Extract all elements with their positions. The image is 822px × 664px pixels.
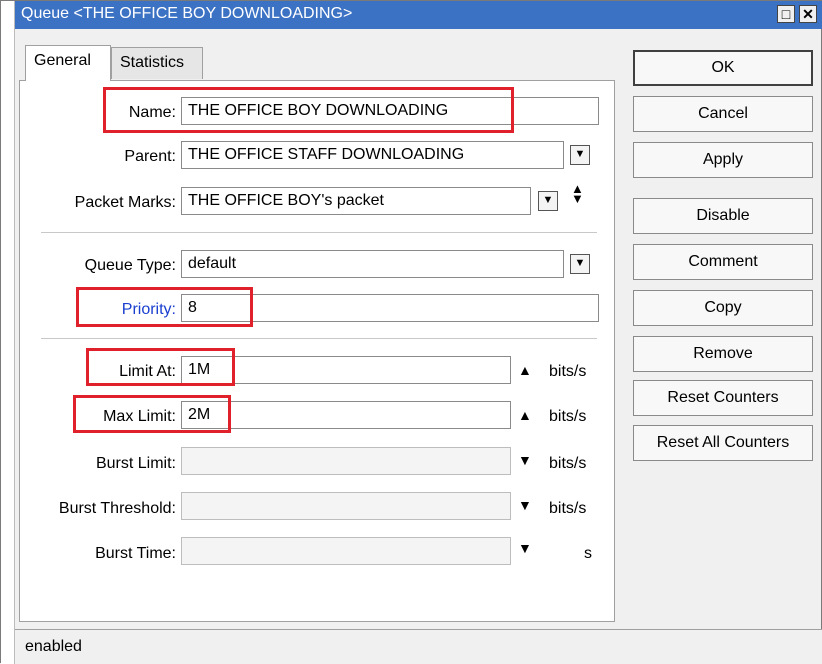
packet-marks-label: Packet Marks: [74, 194, 176, 211]
limit-at-up-icon[interactable]: ▲ [518, 362, 532, 378]
burst-threshold-unit: bits/s [549, 500, 587, 517]
burst-time-down-icon[interactable]: ▼ [518, 540, 532, 556]
packet-marks-dropdown-icon[interactable]: ▼ [538, 191, 558, 211]
burst-limit-down-icon[interactable]: ▼ [518, 452, 532, 468]
separator-1 [41, 232, 597, 233]
max-limit-highlight [73, 395, 231, 433]
burst-limit-unit: bits/s [549, 455, 587, 472]
burst-threshold-input[interactable] [181, 492, 511, 520]
separator-2 [41, 338, 597, 339]
burst-limit-input[interactable] [181, 447, 511, 475]
tab-statistics[interactable]: Statistics [111, 47, 203, 79]
minimize-button[interactable]: □ [777, 5, 795, 23]
burst-time-label: Burst Time: [95, 545, 176, 562]
window-title: Queue <THE OFFICE BOY DOWNLOADING> [21, 5, 353, 22]
reset-counters-button[interactable]: Reset Counters [633, 380, 813, 416]
burst-time-unit: s [584, 545, 592, 562]
parent-select[interactable]: THE OFFICE STAFF DOWNLOADING [181, 141, 564, 169]
title-bar[interactable]: Queue <THE OFFICE BOY DOWNLOADING> □ ✕ [15, 1, 822, 29]
burst-limit-label: Burst Limit: [95, 455, 176, 472]
remove-button[interactable]: Remove [633, 336, 813, 372]
apply-button[interactable]: Apply [633, 142, 813, 178]
parent-label: Parent: [124, 148, 176, 165]
name-highlight [103, 87, 514, 133]
status-bar: enabled [15, 629, 822, 664]
close-button[interactable]: ✕ [799, 5, 817, 23]
queue-type-dropdown-icon[interactable]: ▼ [570, 254, 590, 274]
burst-threshold-label: Burst Threshold: [58, 500, 176, 517]
packet-marks-updown-icon[interactable]: ▲ ▼ [571, 182, 584, 205]
queue-type-select[interactable]: default [181, 250, 564, 278]
burst-threshold-down-icon[interactable]: ▼ [518, 497, 532, 513]
left-strip [1, 1, 15, 664]
max-limit-up-icon[interactable]: ▲ [518, 407, 532, 423]
copy-button[interactable]: Copy [633, 290, 813, 326]
packet-marks-select[interactable]: THE OFFICE BOY's packet [181, 187, 531, 215]
cancel-button[interactable]: Cancel [633, 96, 813, 132]
tab-general[interactable]: General [25, 45, 111, 81]
limit-at-highlight [86, 348, 235, 386]
ok-button[interactable]: OK [633, 50, 813, 86]
disable-button[interactable]: Disable [633, 198, 813, 234]
status-text: enabled [25, 638, 82, 655]
queue-type-label: Queue Type: [84, 257, 176, 274]
comment-button[interactable]: Comment [633, 244, 813, 280]
burst-time-input[interactable] [181, 537, 511, 565]
max-limit-unit: bits/s [549, 408, 587, 425]
priority-highlight [76, 287, 253, 327]
queue-window: Queue <THE OFFICE BOY DOWNLOADING> □ ✕ G… [0, 0, 822, 664]
reset-all-counters-button[interactable]: Reset All Counters [633, 425, 813, 461]
parent-dropdown-icon[interactable]: ▼ [570, 145, 590, 165]
limit-at-unit: bits/s [549, 363, 587, 380]
